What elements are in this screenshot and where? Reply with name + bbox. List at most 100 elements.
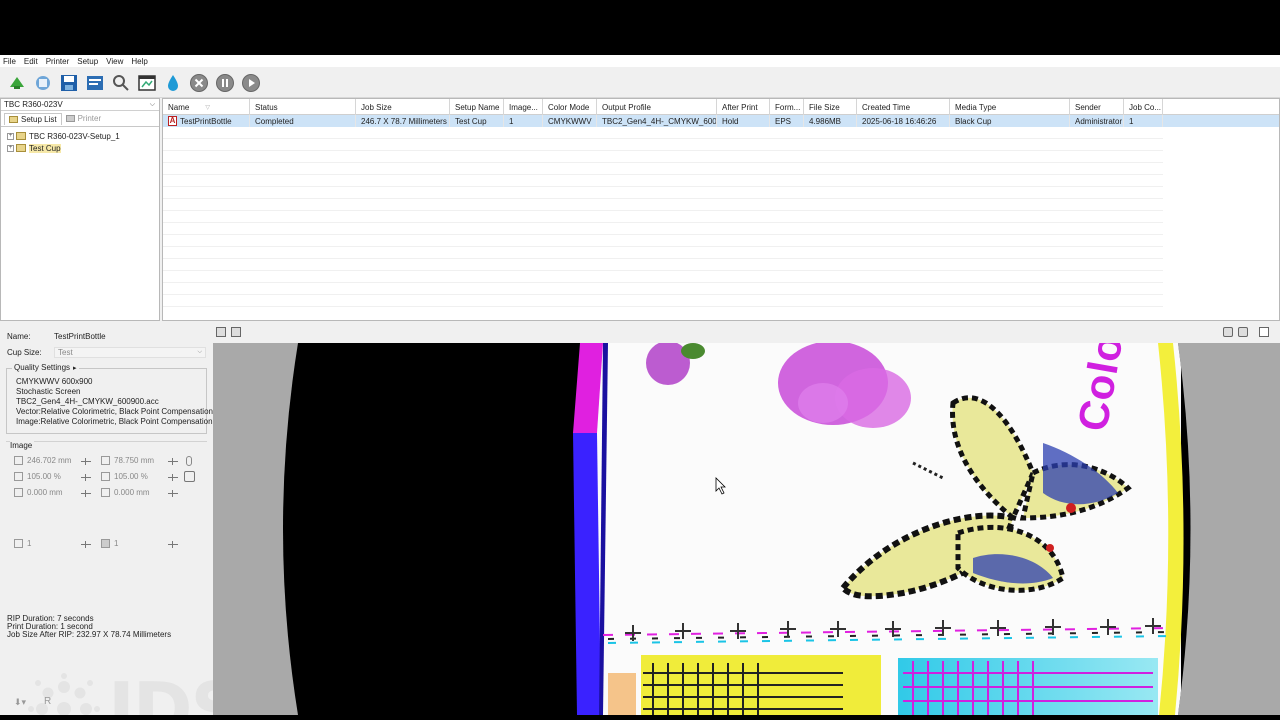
menu-bar: File Edit Printer Setup View Help xyxy=(0,55,1280,67)
col-sender[interactable]: Sender xyxy=(1070,99,1124,115)
maximize-icon[interactable] xyxy=(1259,327,1269,337)
image-group-label: Image xyxy=(10,441,35,450)
add-job-button[interactable] xyxy=(6,72,28,94)
cup-preview-canvas: Color xyxy=(283,343,1191,715)
col-file-size[interactable]: File Size xyxy=(804,99,857,115)
scale-y-value: 105.00 % xyxy=(114,472,148,481)
scale-x-stepper[interactable] xyxy=(81,473,91,482)
scale-x-field[interactable]: 105.00 % xyxy=(14,472,61,481)
copies-value: 1 xyxy=(27,539,32,548)
ids-watermark-logo: IDS xyxy=(28,673,242,720)
expand-icon[interactable]: + xyxy=(7,132,14,140)
rip-button[interactable] xyxy=(32,72,54,94)
expand-icon[interactable]: + xyxy=(7,144,14,152)
job-properties-icon xyxy=(87,75,103,90)
tab-printer-label: Printer xyxy=(77,114,102,123)
cell-created-time: 2025-06-18 16:46:26 xyxy=(857,115,950,127)
height-field[interactable]: 78.750 mm xyxy=(101,456,154,465)
col-job-size[interactable]: Job Size xyxy=(356,99,450,115)
height-stepper[interactable] xyxy=(168,457,178,466)
tab-printer[interactable]: Printer xyxy=(62,113,106,124)
center-icon[interactable] xyxy=(184,471,195,482)
job-size-after-rip: Job Size After RIP: 232.97 X 78.74 Milli… xyxy=(7,630,172,639)
tree-item-setup[interactable]: + TBC R360-023V-Setup_1 xyxy=(1,130,159,142)
menu-edit[interactable]: Edit xyxy=(24,57,38,66)
cancel-button[interactable] xyxy=(188,72,210,94)
setup-folder-icon xyxy=(16,132,26,140)
offset-y-stepper[interactable] xyxy=(168,489,178,498)
table-row[interactable]: A TestPrintBottle Completed 246.7 X 78.7… xyxy=(163,115,1279,127)
bottom-status-letter: R xyxy=(44,696,52,707)
height-icon xyxy=(101,456,110,465)
copies-stepper[interactable] xyxy=(81,540,91,549)
cup-size-row: Cup Size: Test ⌵ xyxy=(7,347,206,358)
col-output-profile[interactable]: Output Profile xyxy=(597,99,717,115)
scale-y-stepper[interactable] xyxy=(168,473,178,482)
preview-zoom-button[interactable] xyxy=(110,72,132,94)
layout-button[interactable] xyxy=(136,72,158,94)
offset-x-icon xyxy=(14,488,23,497)
repeat-field[interactable]: 1 xyxy=(101,539,118,548)
pause-icon xyxy=(216,73,234,92)
cell-file-size: 4.986MB xyxy=(804,115,857,127)
pause-button[interactable] xyxy=(214,72,236,94)
layout-icon xyxy=(138,74,156,91)
col-color-mode[interactable]: Color Mode xyxy=(543,99,597,115)
cell-name-text: TestPrintBottle xyxy=(180,116,232,126)
col-job-copies[interactable]: Job Co... xyxy=(1124,99,1163,115)
folder-icon xyxy=(9,115,18,123)
scale-y-icon xyxy=(101,472,110,481)
zoom-actual-icon[interactable] xyxy=(1238,327,1248,337)
tab-setup-list[interactable]: Setup List xyxy=(4,112,62,125)
width-field[interactable]: 246.702 mm xyxy=(14,456,71,465)
col-name[interactable]: Name ▽ xyxy=(163,99,250,115)
repeat-value: 1 xyxy=(114,539,119,548)
quality-image-intent: Image:Relative Colorimetric, Black Point… xyxy=(16,417,213,426)
menu-file[interactable]: File xyxy=(3,57,16,66)
tree-item-test-cup[interactable]: + Test Cup xyxy=(1,142,159,154)
ink-button[interactable] xyxy=(162,72,184,94)
lock-ratio-icon[interactable] xyxy=(186,456,192,466)
cup-size-select[interactable]: Test ⌵ xyxy=(54,347,206,358)
zoom-fit-icon[interactable] xyxy=(1223,327,1233,337)
col-format[interactable]: Form... xyxy=(770,99,804,115)
col-setup-name[interactable]: Setup Name xyxy=(450,99,504,115)
blue-bar xyxy=(573,433,601,715)
cell-name: A TestPrintBottle xyxy=(163,115,250,127)
quality-settings-legend[interactable]: Quality Settings ▸ xyxy=(12,363,79,372)
col-status[interactable]: Status xyxy=(250,99,356,115)
table-header: Name ▽ Status Job Size Setup Name Image..… xyxy=(163,99,1279,115)
col-after-print[interactable]: After Print xyxy=(717,99,770,115)
repeat-stepper[interactable] xyxy=(168,540,178,549)
copies-field[interactable]: 1 xyxy=(14,539,31,548)
menu-view[interactable]: View xyxy=(106,57,123,66)
job-properties-button[interactable] xyxy=(84,72,106,94)
menu-help[interactable]: Help xyxy=(131,57,147,66)
scale-x-value: 105.00 % xyxy=(27,472,61,481)
col-image[interactable]: Image... xyxy=(504,99,543,115)
menu-setup[interactable]: Setup xyxy=(77,57,98,66)
play-button[interactable] xyxy=(240,72,262,94)
cell-job-size: 246.7 X 78.7 Millimeters xyxy=(356,115,450,127)
col-created-time[interactable]: Created Time xyxy=(857,99,950,115)
save-button[interactable] xyxy=(58,72,80,94)
pdf-file-icon: A xyxy=(168,116,177,126)
tree-item-setup-label: TBC R360-023V-Setup_1 xyxy=(29,131,120,141)
offset-x-field[interactable]: 0.000 mm xyxy=(14,488,63,497)
play-icon xyxy=(242,73,260,92)
preview-page-icon[interactable] xyxy=(216,327,226,337)
offset-x-stepper[interactable] xyxy=(81,489,91,498)
cup-size-value: Test xyxy=(58,348,73,357)
width-stepper[interactable] xyxy=(81,457,91,466)
cancel-icon xyxy=(190,73,208,92)
scale-y-field[interactable]: 105.00 % xyxy=(101,472,148,481)
offset-y-field[interactable]: 0.000 mm xyxy=(101,488,150,497)
quality-settings-group: Quality Settings ▸ CMYKWWV 600x900 Stoch… xyxy=(6,363,213,434)
printer-icon xyxy=(65,115,75,122)
setup-folder-icon xyxy=(16,144,26,152)
col-media-type[interactable]: Media Type xyxy=(950,99,1070,115)
menu-printer[interactable]: Printer xyxy=(46,57,70,66)
printer-select[interactable]: TBC R360-023V ⌵ xyxy=(1,99,159,111)
download-icon[interactable]: ⬇▾ xyxy=(14,697,26,708)
preview-page2-icon[interactable] xyxy=(231,327,241,337)
